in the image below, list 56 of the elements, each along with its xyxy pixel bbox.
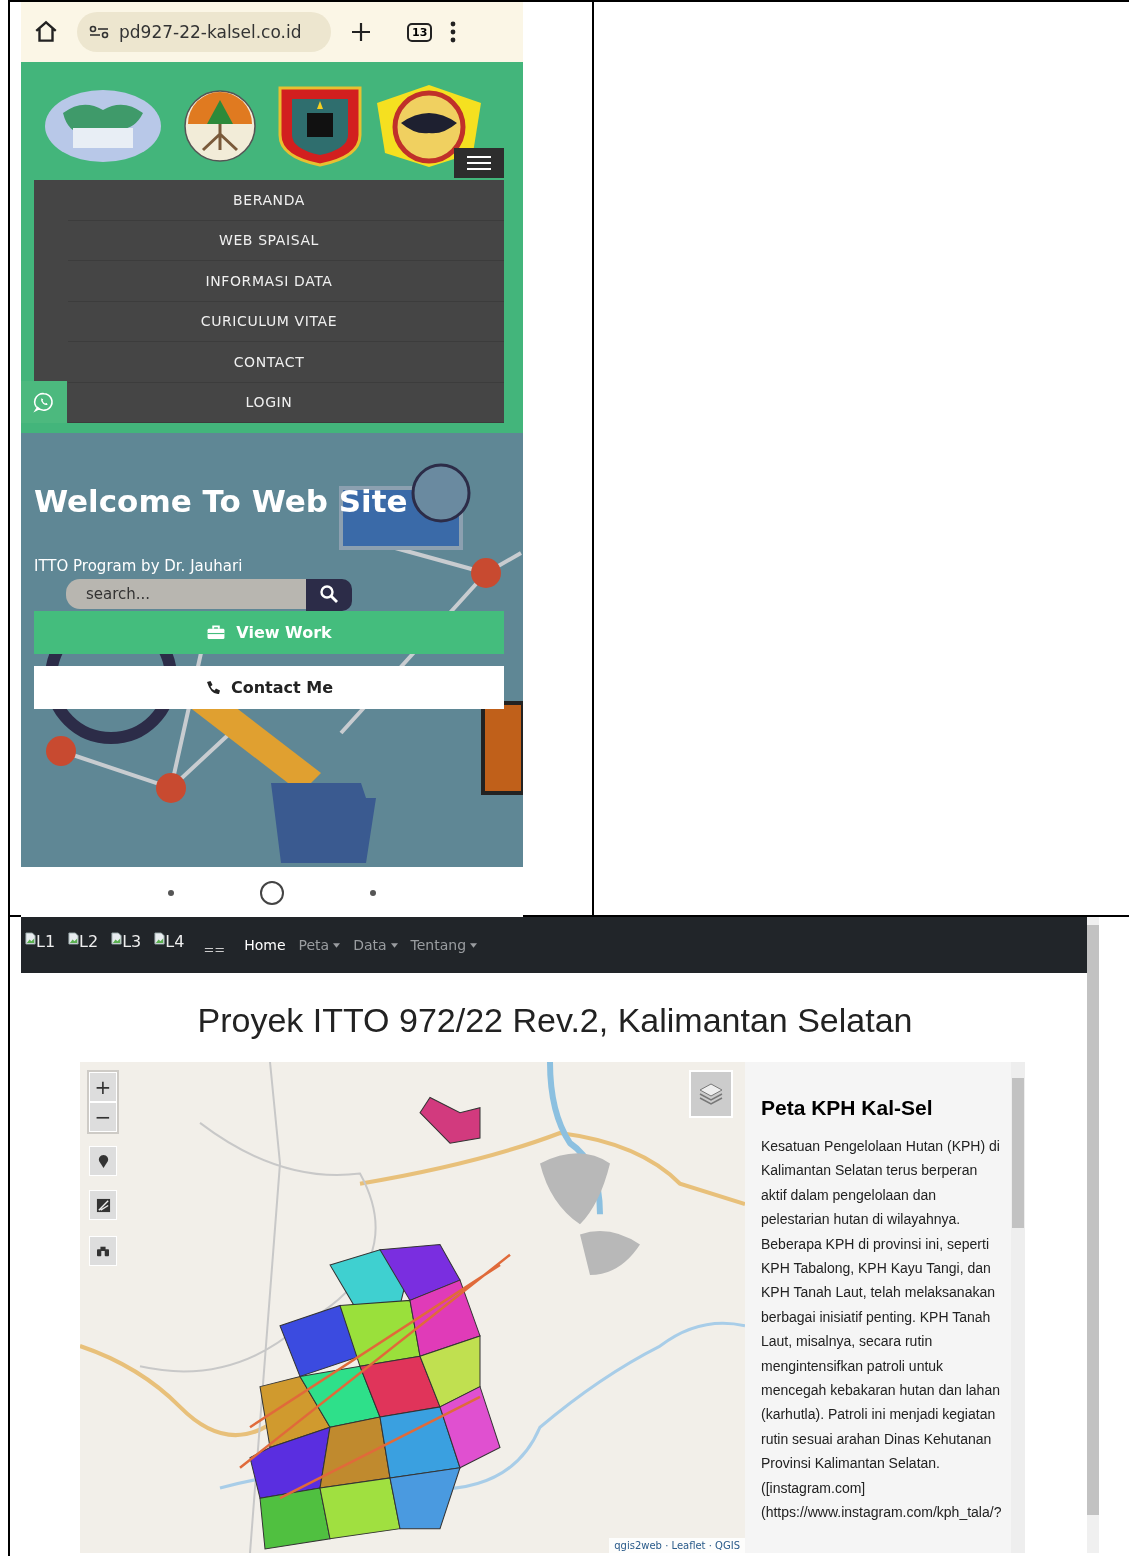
map-pin-icon bbox=[97, 1153, 109, 1169]
url-text: pd927-22-kalsel.co.id bbox=[119, 22, 302, 42]
menu-button[interactable] bbox=[454, 148, 504, 178]
map-attribution[interactable]: qgis2web · Leaflet · QGIS bbox=[609, 1538, 745, 1553]
broken-image-alt[interactable]: L1 bbox=[25, 932, 56, 958]
nav-link[interactable]: Home bbox=[244, 937, 286, 953]
recent-apps-button[interactable] bbox=[168, 890, 174, 896]
page-title: Proyek ITTO 972/22 Rev.2, Kalimantan Selatan bbox=[196, 1001, 914, 1040]
menu-item[interactable]: LOGIN bbox=[68, 382, 504, 423]
contact-button[interactable]: Contact Me bbox=[34, 666, 504, 709]
search-icon bbox=[319, 583, 339, 604]
chat-phone-icon bbox=[33, 391, 55, 413]
nav-link[interactable]: Tentang bbox=[410, 937, 478, 953]
broken-image-alt[interactable]: L2 bbox=[68, 932, 99, 958]
broken-image-icon bbox=[111, 932, 123, 945]
home-button[interactable] bbox=[260, 881, 284, 905]
menu-item[interactable]: BERANDA bbox=[68, 180, 504, 221]
menu-item[interactable]: INFORMASI DATA bbox=[68, 261, 504, 302]
search-button[interactable] bbox=[306, 579, 352, 611]
address-bar[interactable]: pd927-22-kalsel.co.id bbox=[77, 12, 331, 52]
menu-item[interactable]: CURICULUM VITAE bbox=[68, 301, 504, 342]
more-menu-icon[interactable] bbox=[450, 21, 457, 43]
panel-scrollbar[interactable] bbox=[1011, 1062, 1025, 1553]
panel-text: Kesatuan Pengelolaan Hutan (KPH) di Kalimantan Selatan terus berperan aktif dalam pengelolaan dan pelestarian hutan di wilayahnya. Beberapa KPH di provinsi ini, seperti KPH Tabalong, KPH Kayu Tangi, dan KPH Tanah Laut, telah melaksanakan berbagai inisiatif penting. KPH Tanah Laut, misalnya, secara rutin mengintensifkan patroli untuk mencegah kebakaran hutan dan lahan (karhutla). Patroli ini menjadi kegiatan rutin sesuai arahan Dinas Kehutanan Provinsi Kalimantan Selatan. ([instagram.com] (https://www.instagram.com/kph_tala/? bbox=[761, 1137, 1003, 1523]
search-binoculars-button[interactable] bbox=[89, 1236, 117, 1266]
locate-button[interactable] bbox=[89, 1146, 117, 1176]
layers-icon bbox=[698, 1082, 724, 1106]
site-settings-icon[interactable] bbox=[89, 25, 109, 39]
navbar-toggler[interactable]: == bbox=[197, 933, 232, 957]
broken-image-icon bbox=[154, 932, 166, 945]
hero-title: Welcome To Web Site bbox=[34, 483, 409, 519]
hero-subtitle: ITTO Program by Dr. Jauhari bbox=[34, 557, 244, 575]
back-button[interactable] bbox=[370, 890, 376, 896]
menu-item[interactable]: WEB SPAISAL bbox=[68, 220, 504, 261]
zoom-out-button[interactable]: − bbox=[89, 1102, 117, 1132]
ruler-icon bbox=[95, 1197, 111, 1213]
page-scrollbar[interactable] bbox=[1087, 917, 1099, 1553]
new-tab-icon[interactable] bbox=[349, 20, 373, 44]
measure-button[interactable] bbox=[89, 1190, 117, 1220]
broken-image-icon bbox=[68, 932, 80, 945]
tab-count[interactable]: 13 bbox=[407, 22, 433, 42]
broken-image-alt[interactable]: L4 bbox=[154, 932, 185, 958]
broken-image-alt[interactable]: L3 bbox=[111, 932, 142, 958]
layers-button[interactable] bbox=[689, 1070, 733, 1118]
home-icon[interactable] bbox=[33, 19, 59, 45]
phone-icon bbox=[204, 679, 221, 696]
menu-item[interactable]: CONTACT bbox=[68, 342, 504, 383]
panel-title: Peta KPH Kal-Sel bbox=[761, 1096, 934, 1120]
search-field[interactable]: search... bbox=[66, 579, 306, 609]
broken-image-icon bbox=[25, 932, 36, 945]
briefcase-icon bbox=[206, 625, 227, 640]
binoculars-icon bbox=[96, 1245, 110, 1257]
nav-link[interactable]: Peta bbox=[298, 937, 341, 953]
zoom-in-button[interactable]: + bbox=[89, 1072, 117, 1102]
menu-icon bbox=[467, 155, 491, 171]
nav-link[interactable]: Data bbox=[353, 937, 398, 953]
